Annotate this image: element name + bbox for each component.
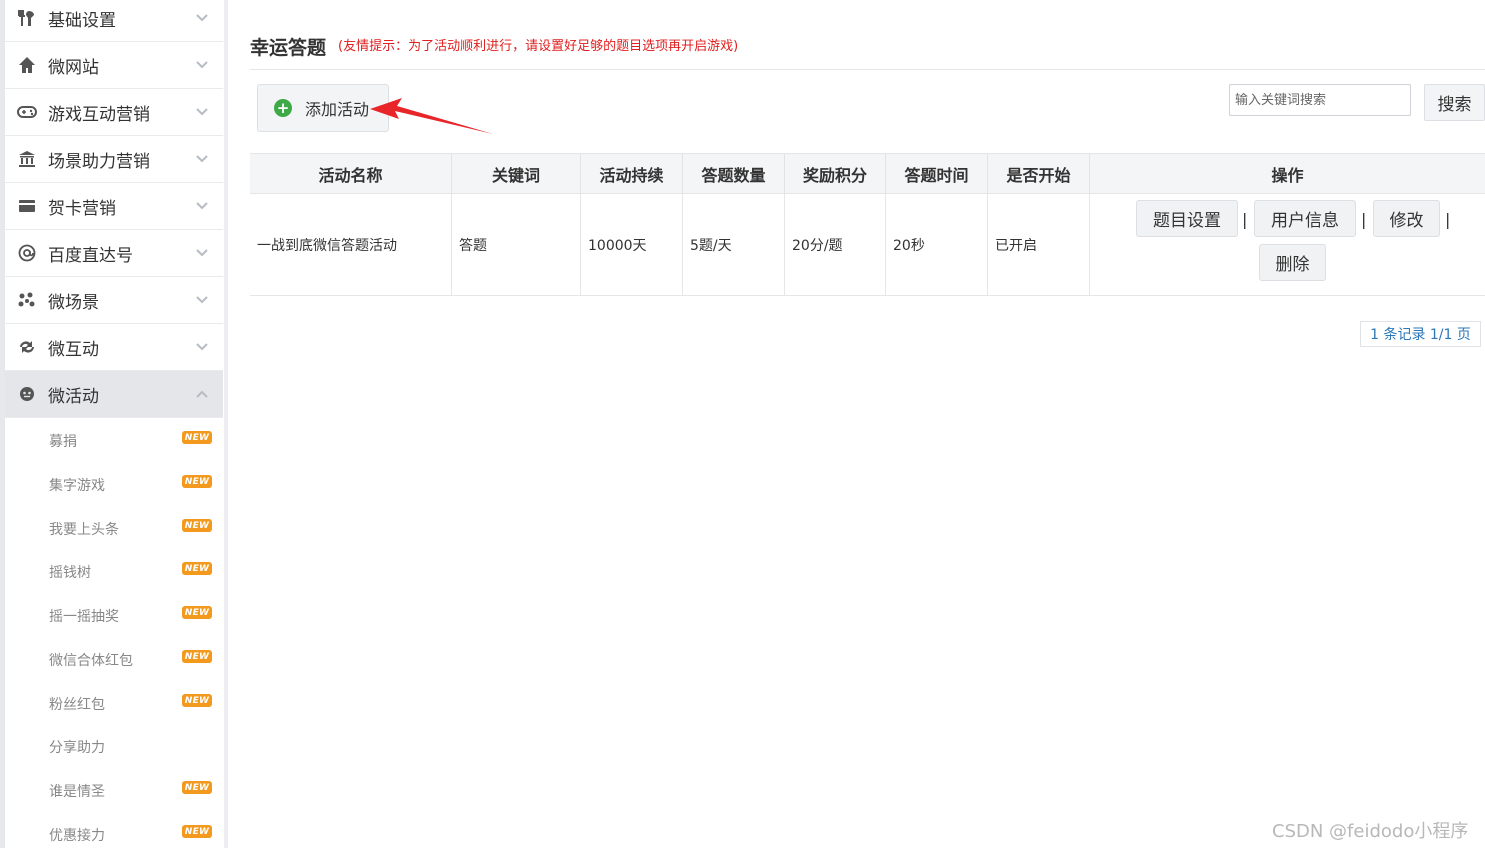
menu-item-scene-boost[interactable]: 场景助力营销 <box>5 136 223 183</box>
cell-answer-time: 20秒 <box>886 194 988 295</box>
cell-actions: 题目设置 | 用户信息 | 修改 | 删除 <box>1090 194 1485 295</box>
cell-duration: 10000天 <box>581 194 683 295</box>
submenu-item-combined-redpacket[interactable]: 微信合体红包 NEW <box>5 638 223 682</box>
bank-icon <box>17 149 37 169</box>
at-icon <box>17 243 37 263</box>
chevron-down-icon <box>195 340 209 354</box>
column-header: 操作 <box>1271 165 1304 185</box>
chevron-down-icon <box>195 58 209 72</box>
page-header: 幸运答题 (友情提示：为了活动顺利进行，请设置好足够的题目选项再开启游戏) <box>250 32 1485 70</box>
menu-label: 贺卡营销 <box>48 198 116 219</box>
home-icon <box>17 55 37 75</box>
chevron-down-icon <box>195 293 209 307</box>
menu-item-basic-settings[interactable]: 基础设置 <box>5 0 223 42</box>
submenu-item-donation[interactable]: 募捐 NEW <box>5 419 223 463</box>
menu-item-micro-interaction[interactable]: 微互动 <box>5 324 223 371</box>
action-separator: | <box>1361 210 1367 229</box>
activity-table: 活动名称 关键词 活动持续 答题数量 奖励积分 答题时间 是否开始 操作 一战到… <box>250 153 1485 296</box>
activity-icon <box>17 384 37 404</box>
menu-item-micro-activity[interactable]: 微活动 <box>5 371 223 418</box>
submenu-item-headline[interactable]: 我要上头条 NEW <box>5 507 223 551</box>
cell-activity-name: 一战到底微信答题活动 <box>250 194 452 295</box>
table-header: 活动名称 关键词 活动持续 答题数量 奖励积分 答题时间 是否开始 操作 <box>250 153 1485 194</box>
chevron-down-icon <box>195 199 209 213</box>
dots-icon <box>17 290 37 310</box>
watermark: CSDN @feidodo小程序 <box>1272 821 1469 842</box>
menu-label: 微互动 <box>48 339 99 360</box>
chevron-down-icon <box>195 11 209 25</box>
menu-item-greeting-card[interactable]: 贺卡营销 <box>5 183 223 230</box>
search-button[interactable]: 搜索 <box>1424 84 1485 121</box>
menu-label: 游戏互动营销 <box>48 104 150 125</box>
search-input[interactable] <box>1229 84 1411 116</box>
chevron-up-icon <box>195 387 209 401</box>
menu-item-micro-scene[interactable]: 微场景 <box>5 277 223 324</box>
menu-item-game-marketing[interactable]: 游戏互动营销 <box>5 89 223 136</box>
menu-label: 百度直达号 <box>48 245 133 266</box>
table-row: 一战到底微信答题活动 答题 10000天 5题/天 20分/题 20秒 已开启 … <box>250 194 1485 296</box>
submenu-item-love-saint[interactable]: 谁是情圣 NEW <box>5 769 223 813</box>
menu-label: 微场景 <box>48 292 99 313</box>
column-header: 关键词 <box>452 154 581 193</box>
menu-label: 场景助力营销 <box>48 151 150 172</box>
submenu-item-money-tree[interactable]: 摇钱树 NEW <box>5 550 223 594</box>
refresh-icon <box>17 337 37 357</box>
action-separator: | <box>1445 210 1451 229</box>
column-header: 答题时间 <box>886 154 988 193</box>
page-title: 幸运答题 <box>250 37 327 59</box>
new-badge: NEW <box>182 825 212 838</box>
gamepad-icon <box>17 102 37 122</box>
edit-button[interactable]: 修改 <box>1373 200 1440 237</box>
menu-label: 微网站 <box>48 57 99 78</box>
card-icon <box>17 196 37 216</box>
cell-reward-points: 20分/题 <box>785 194 886 295</box>
submenu-item-share-boost[interactable]: 分享助力 <box>5 725 223 769</box>
sidebar: 基础设置 微网站 游戏互动营销 场景助力营销 贺卡营销 百度直达号 微场景 微互… <box>0 0 228 848</box>
main-content: 幸运答题 (友情提示：为了活动顺利进行，请设置好足够的题目选项再开启游戏) + … <box>250 0 1485 848</box>
page-hint: (友情提示：为了活动顺利进行，请设置好足够的题目选项再开启游戏) <box>338 39 739 54</box>
menu-item-microsite[interactable]: 微网站 <box>5 42 223 89</box>
new-badge: NEW <box>182 519 212 532</box>
column-header: 答题数量 <box>683 154 785 193</box>
delete-button[interactable]: 删除 <box>1259 244 1326 281</box>
user-info-button[interactable]: 用户信息 <box>1254 200 1356 237</box>
new-badge: NEW <box>182 650 212 663</box>
menu-label: 微活动 <box>48 386 99 407</box>
action-separator: | <box>1242 210 1248 229</box>
annotation-arrow <box>370 98 493 134</box>
new-badge: NEW <box>182 781 212 794</box>
new-badge: NEW <box>182 694 212 707</box>
pagination-info: 1 条记录 1/1 页 <box>1360 321 1481 347</box>
submenu-item-word-collect[interactable]: 集字游戏 NEW <box>5 463 223 507</box>
column-header: 活动持续 <box>581 154 683 193</box>
new-badge: NEW <box>182 475 212 488</box>
submenu-item-shake-lottery[interactable]: 摇一摇抽奖 NEW <box>5 594 223 638</box>
column-header: 是否开始 <box>988 154 1090 193</box>
submenu-item-fans-redpacket[interactable]: 粉丝红包 NEW <box>5 682 223 726</box>
chevron-down-icon <box>195 105 209 119</box>
tools-icon <box>17 8 37 28</box>
column-header: 活动名称 <box>250 154 452 193</box>
new-badge: NEW <box>182 431 212 444</box>
chevron-down-icon <box>195 152 209 166</box>
new-badge: NEW <box>182 562 212 575</box>
menu-label: 基础设置 <box>48 10 116 31</box>
cell-started-status: 已开启 <box>988 194 1090 295</box>
menu-item-baidu-direct[interactable]: 百度直达号 <box>5 230 223 277</box>
cell-question-count: 5题/天 <box>683 194 785 295</box>
new-badge: NEW <box>182 606 212 619</box>
column-header: 奖励积分 <box>785 154 886 193</box>
submenu-label: 分享助力 <box>49 740 105 756</box>
plus-circle-icon: + <box>274 99 292 117</box>
submenu-item-discount-relay[interactable]: 优惠接力 NEW <box>5 813 223 848</box>
cell-keyword: 答题 <box>452 194 581 295</box>
chevron-down-icon <box>195 246 209 260</box>
question-settings-button[interactable]: 题目设置 <box>1136 200 1238 237</box>
